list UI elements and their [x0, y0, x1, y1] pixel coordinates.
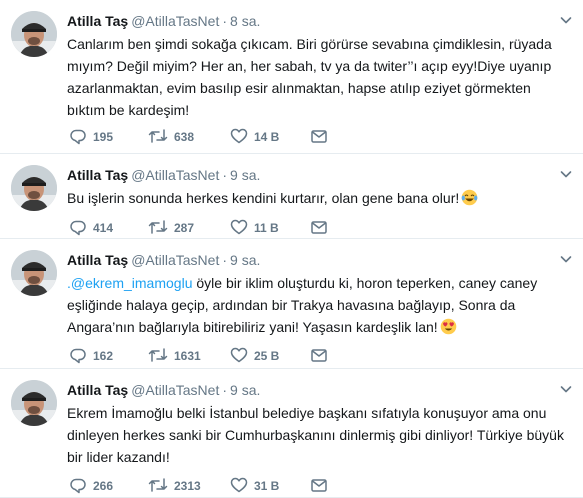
- tweet-body: Ekrem İmamoğlu belki İstanbul belediye b…: [67, 405, 564, 465]
- like-count: 11 B: [254, 221, 279, 235]
- reply-button[interactable]: 195: [69, 127, 113, 146]
- reply-icon: [70, 348, 86, 364]
- reply-count: 195: [93, 130, 114, 144]
- avatar[interactable]: [11, 250, 57, 296]
- timestamp[interactable]: 9 sa.: [230, 167, 260, 183]
- like-icon: [230, 347, 248, 363]
- reply-icon: [70, 478, 86, 494]
- user-handle[interactable]: @AtillaTasNet: [131, 167, 219, 183]
- tweet[interactable]: Atilla Taş @AtillaTasNet · 9 sa. Bu işlerin…: [0, 154, 583, 239]
- retweet-button[interactable]: 287: [148, 218, 194, 237]
- retweet-icon: [148, 478, 168, 492]
- like-button[interactable]: 14 B: [230, 127, 279, 146]
- mention-link[interactable]: .@ekrem_imamoglu: [67, 275, 192, 291]
- like-count: 25 B: [254, 349, 280, 363]
- like-count: 31 B: [254, 479, 280, 493]
- tears-of-joy-emoji: [461, 189, 478, 206]
- reply-icon: [70, 220, 86, 236]
- display-name[interactable]: Atilla Taş: [67, 382, 128, 398]
- avatar[interactable]: [11, 11, 57, 57]
- avatar[interactable]: [11, 165, 57, 211]
- avatar[interactable]: [11, 380, 57, 426]
- tweet[interactable]: Atilla Taş @AtillaTasNet · 9 sa. .@ekrem_im…: [0, 239, 583, 369]
- reply-button[interactable]: 414: [69, 218, 113, 237]
- separator-dot: ·: [222, 167, 228, 183]
- retweet-button[interactable]: 1631: [148, 346, 201, 365]
- tweet[interactable]: Atilla Taş @AtillaTasNet · 8 sa. Canlarım b…: [0, 0, 583, 154]
- direct-message-button[interactable]: [310, 346, 334, 365]
- like-icon: [230, 219, 248, 235]
- tweet-text: Bu işlerin sonunda herkes kendini kurtar…: [67, 187, 572, 209]
- tweet-body: Canlarım ben şimdi sokağa çıkıcam. Biri …: [67, 36, 552, 118]
- tweet-text: Ekrem İmamoğlu belki İstanbul belediye b…: [67, 402, 572, 468]
- chevron-down-icon[interactable]: [560, 168, 572, 180]
- direct-message-icon: [311, 479, 327, 492]
- separator-dot: ·: [222, 252, 228, 268]
- reply-count: 162: [93, 349, 114, 363]
- retweet-icon: [148, 348, 168, 362]
- retweet-button[interactable]: 2313: [148, 476, 201, 495]
- direct-message-button[interactable]: [310, 127, 334, 146]
- tweet-header: Atilla Taş @AtillaTasNet · 9 sa.: [67, 251, 260, 269]
- heart-eyes-emoji: [440, 318, 457, 335]
- display-name[interactable]: Atilla Taş: [67, 167, 128, 183]
- reply-count: 266: [93, 479, 114, 493]
- retweet-count: 638: [174, 130, 195, 144]
- direct-message-button[interactable]: [310, 218, 334, 237]
- tweet-text: .@ekrem_imamoglu öyle bir iklim oluşturd…: [67, 272, 572, 338]
- like-icon: [230, 477, 248, 493]
- reply-button[interactable]: 162: [69, 346, 113, 365]
- retweet-count: 2313: [174, 479, 201, 493]
- tweet-body: Bu işlerin sonunda herkes kendini kurtar…: [67, 190, 460, 206]
- timestamp[interactable]: 9 sa.: [230, 382, 260, 398]
- tweet-text: Canlarım ben şimdi sokağa çıkıcam. Biri …: [67, 33, 572, 121]
- user-handle[interactable]: @AtillaTasNet: [131, 13, 219, 29]
- separator-dot: ·: [222, 382, 228, 398]
- user-handle[interactable]: @AtillaTasNet: [131, 252, 219, 268]
- reply-count: 414: [93, 221, 114, 235]
- chevron-down-icon[interactable]: [560, 383, 572, 395]
- retweet-count: 1631: [174, 349, 201, 363]
- separator-dot: ·: [222, 13, 228, 29]
- tweet-header: Atilla Taş @AtillaTasNet · 9 sa.: [67, 381, 260, 399]
- like-icon: [230, 128, 248, 144]
- tweet[interactable]: Atilla Taş @AtillaTasNet · 9 sa. Ekrem İmam…: [0, 369, 583, 498]
- like-button[interactable]: 25 B: [230, 346, 279, 365]
- like-button[interactable]: 11 B: [230, 218, 279, 237]
- retweet-count: 287: [174, 221, 195, 235]
- like-count: 14 B: [254, 130, 280, 144]
- tweet-header: Atilla Taş @AtillaTasNet · 8 sa.: [67, 12, 260, 30]
- retweet-icon: [148, 220, 168, 234]
- tweet-header: Atilla Taş @AtillaTasNet · 9 sa.: [67, 166, 260, 184]
- display-name[interactable]: Atilla Taş: [67, 13, 128, 29]
- user-handle[interactable]: @AtillaTasNet: [131, 382, 219, 398]
- timestamp[interactable]: 8 sa.: [230, 13, 260, 29]
- like-button[interactable]: 31 B: [230, 476, 279, 495]
- direct-message-icon: [311, 130, 327, 143]
- retweet-button[interactable]: 638: [148, 127, 194, 146]
- retweet-icon: [148, 129, 168, 143]
- direct-message-button[interactable]: [310, 476, 334, 495]
- reply-icon: [70, 129, 86, 145]
- reply-button[interactable]: 266: [69, 476, 113, 495]
- chevron-down-icon[interactable]: [560, 14, 572, 26]
- chevron-down-icon[interactable]: [560, 253, 572, 265]
- direct-message-icon: [311, 349, 327, 362]
- display-name[interactable]: Atilla Taş: [67, 252, 128, 268]
- direct-message-icon: [311, 221, 327, 234]
- timestamp[interactable]: 9 sa.: [230, 252, 260, 268]
